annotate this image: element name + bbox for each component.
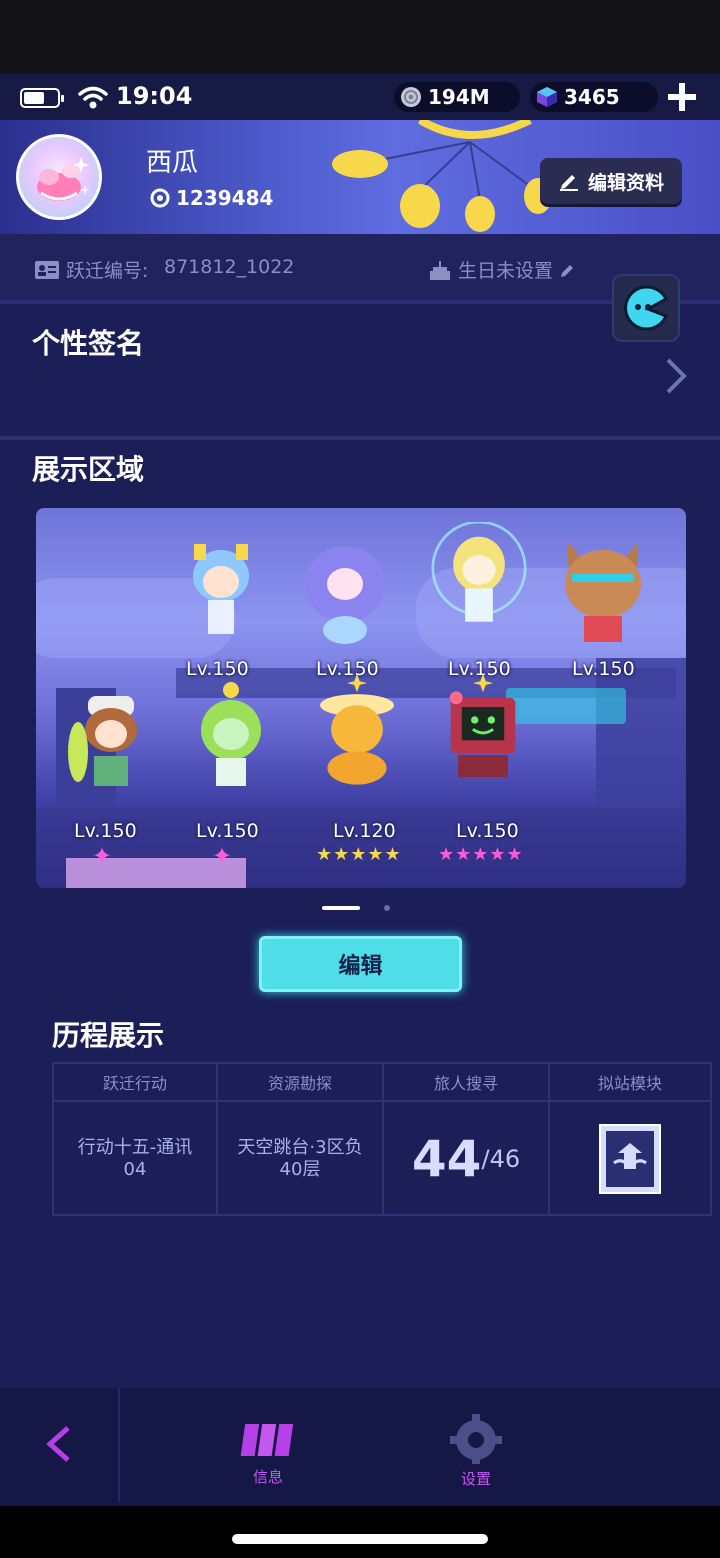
back-arrow-icon[interactable] bbox=[40, 1424, 80, 1464]
character-level: Lv.150 bbox=[572, 658, 635, 680]
history-title: 历程展示 bbox=[52, 1019, 165, 1052]
profile-header: 西瓜 1239484 编辑资料 bbox=[0, 120, 720, 234]
wifi-icon bbox=[78, 86, 108, 109]
character-portrait[interactable] bbox=[428, 672, 538, 792]
search-total: /46 bbox=[481, 1145, 521, 1173]
character-level: Lv.150 bbox=[456, 820, 519, 842]
gear-icon bbox=[450, 1414, 502, 1464]
crystal-value: 3465 bbox=[564, 85, 620, 109]
history-header: 拟站模块 bbox=[550, 1064, 710, 1102]
rank-star-icon: ✦ bbox=[92, 842, 114, 870]
character-level: Lv.120 bbox=[333, 820, 396, 842]
page-dot-active bbox=[322, 906, 360, 910]
nav-settings-label: 设置 bbox=[460, 1470, 491, 1488]
birthday-label: 生日未设置 bbox=[458, 260, 554, 282]
history-value: 44 /46 bbox=[384, 1104, 548, 1214]
nav-info-tab[interactable]: 信息 bbox=[236, 1418, 300, 1488]
coin-balance[interactable]: 194M bbox=[394, 82, 520, 112]
history-cell-jump[interactable]: 跃迁行动 行动十五-通讯04 bbox=[54, 1064, 218, 1214]
character-level: Lv.150 bbox=[196, 820, 259, 842]
home-indicator[interactable] bbox=[232, 1534, 488, 1544]
top-bezel bbox=[0, 0, 720, 74]
nav-separator bbox=[118, 1388, 120, 1502]
history-value: 天空跳台·3区负40层 bbox=[237, 1137, 363, 1180]
signature-title: 个性签名 bbox=[32, 327, 145, 360]
edit-showcase-button[interactable]: 编辑 bbox=[259, 936, 462, 992]
history-table: 跃迁行动 行动十五-通讯04 资源勘探 天空跳台·3区负40层 旅人搜寻 44 … bbox=[52, 1062, 712, 1216]
status-bar: 19:04 194M 3465 bbox=[0, 74, 720, 120]
uid-icon bbox=[150, 188, 170, 208]
bg-building bbox=[596, 658, 686, 828]
id-value: 871812_1022 bbox=[164, 256, 295, 278]
cake-icon bbox=[430, 260, 450, 280]
edit-profile-button[interactable]: 编辑资料 bbox=[540, 158, 682, 204]
nav-settings-tab[interactable]: 设置 bbox=[444, 1414, 508, 1490]
chat-bot-icon bbox=[624, 285, 668, 331]
history-cell-search[interactable]: 旅人搜寻 44 /46 bbox=[384, 1064, 550, 1214]
star-rating: ★★★★★ bbox=[438, 844, 524, 865]
history-cell-explore[interactable]: 资源勘探 天空跳台·3区负40层 bbox=[218, 1064, 384, 1214]
crystal-icon bbox=[537, 87, 557, 107]
add-currency-button[interactable] bbox=[665, 80, 699, 114]
showcase-title: 展示区域 bbox=[32, 453, 145, 486]
pencil-icon bbox=[561, 264, 574, 277]
character-portrait[interactable] bbox=[176, 676, 286, 796]
history-header: 跃迁行动 bbox=[54, 1064, 216, 1102]
coin-icon bbox=[401, 87, 421, 107]
character-portrait[interactable] bbox=[302, 672, 412, 792]
chevron-right-icon[interactable] bbox=[660, 356, 690, 396]
divider bbox=[0, 436, 720, 440]
character-level: Lv.150 bbox=[74, 820, 137, 842]
nav-info-label: 信息 bbox=[252, 1468, 283, 1486]
history-header: 旅人搜寻 bbox=[384, 1064, 548, 1102]
history-header: 资源勘探 bbox=[218, 1064, 382, 1102]
id-label: 跃迁编号: bbox=[34, 256, 148, 283]
battery-icon bbox=[20, 88, 64, 108]
rank-star-icon: ✦ bbox=[212, 842, 234, 870]
info-cards-icon bbox=[240, 1424, 294, 1456]
character-portrait[interactable] bbox=[290, 536, 400, 656]
avatar[interactable] bbox=[16, 134, 102, 220]
search-count: 44 bbox=[411, 1130, 482, 1188]
edit-showcase-label: 编辑 bbox=[338, 954, 383, 979]
character-portrait[interactable] bbox=[166, 536, 276, 656]
module-badge-icon bbox=[599, 1124, 661, 1194]
id-card-icon bbox=[35, 260, 59, 279]
star-rating: ★★★★★ bbox=[316, 844, 402, 865]
character-portrait[interactable] bbox=[424, 522, 534, 642]
pencil-icon bbox=[559, 175, 578, 191]
coin-value: 194M bbox=[428, 85, 490, 109]
decorative-moon-emblem bbox=[332, 120, 552, 232]
showcase-panel[interactable]: Lv.150 Lv.150 Lv.150 Lv.150 Lv.150 Lv.15… bbox=[36, 508, 686, 888]
chat-assistant-button[interactable] bbox=[612, 274, 680, 342]
history-cell-module[interactable]: 拟站模块 bbox=[550, 1064, 710, 1214]
birthday-setting[interactable]: 生日未设置 bbox=[428, 256, 583, 283]
history-value bbox=[550, 1104, 710, 1214]
home-bar-area bbox=[0, 1506, 720, 1558]
status-time: 19:04 bbox=[116, 82, 193, 110]
character-portrait[interactable] bbox=[56, 682, 166, 802]
history-value: 行动十五-通讯04 bbox=[77, 1137, 193, 1180]
page-dot[interactable] bbox=[384, 905, 390, 911]
profile-main: 跃迁编号: 871812_1022 生日未设置 个性签名 展示区域 Lv.150… bbox=[0, 234, 720, 1388]
edit-profile-label: 编辑资料 bbox=[587, 171, 664, 194]
character-portrait[interactable] bbox=[548, 532, 658, 652]
crystal-balance[interactable]: 3465 bbox=[530, 82, 658, 112]
bottom-nav: 信息 设置 bbox=[0, 1388, 720, 1506]
username: 西瓜 bbox=[146, 148, 199, 178]
uid-value: 1239484 bbox=[176, 186, 274, 210]
user-uid: 1239484 bbox=[150, 186, 273, 210]
